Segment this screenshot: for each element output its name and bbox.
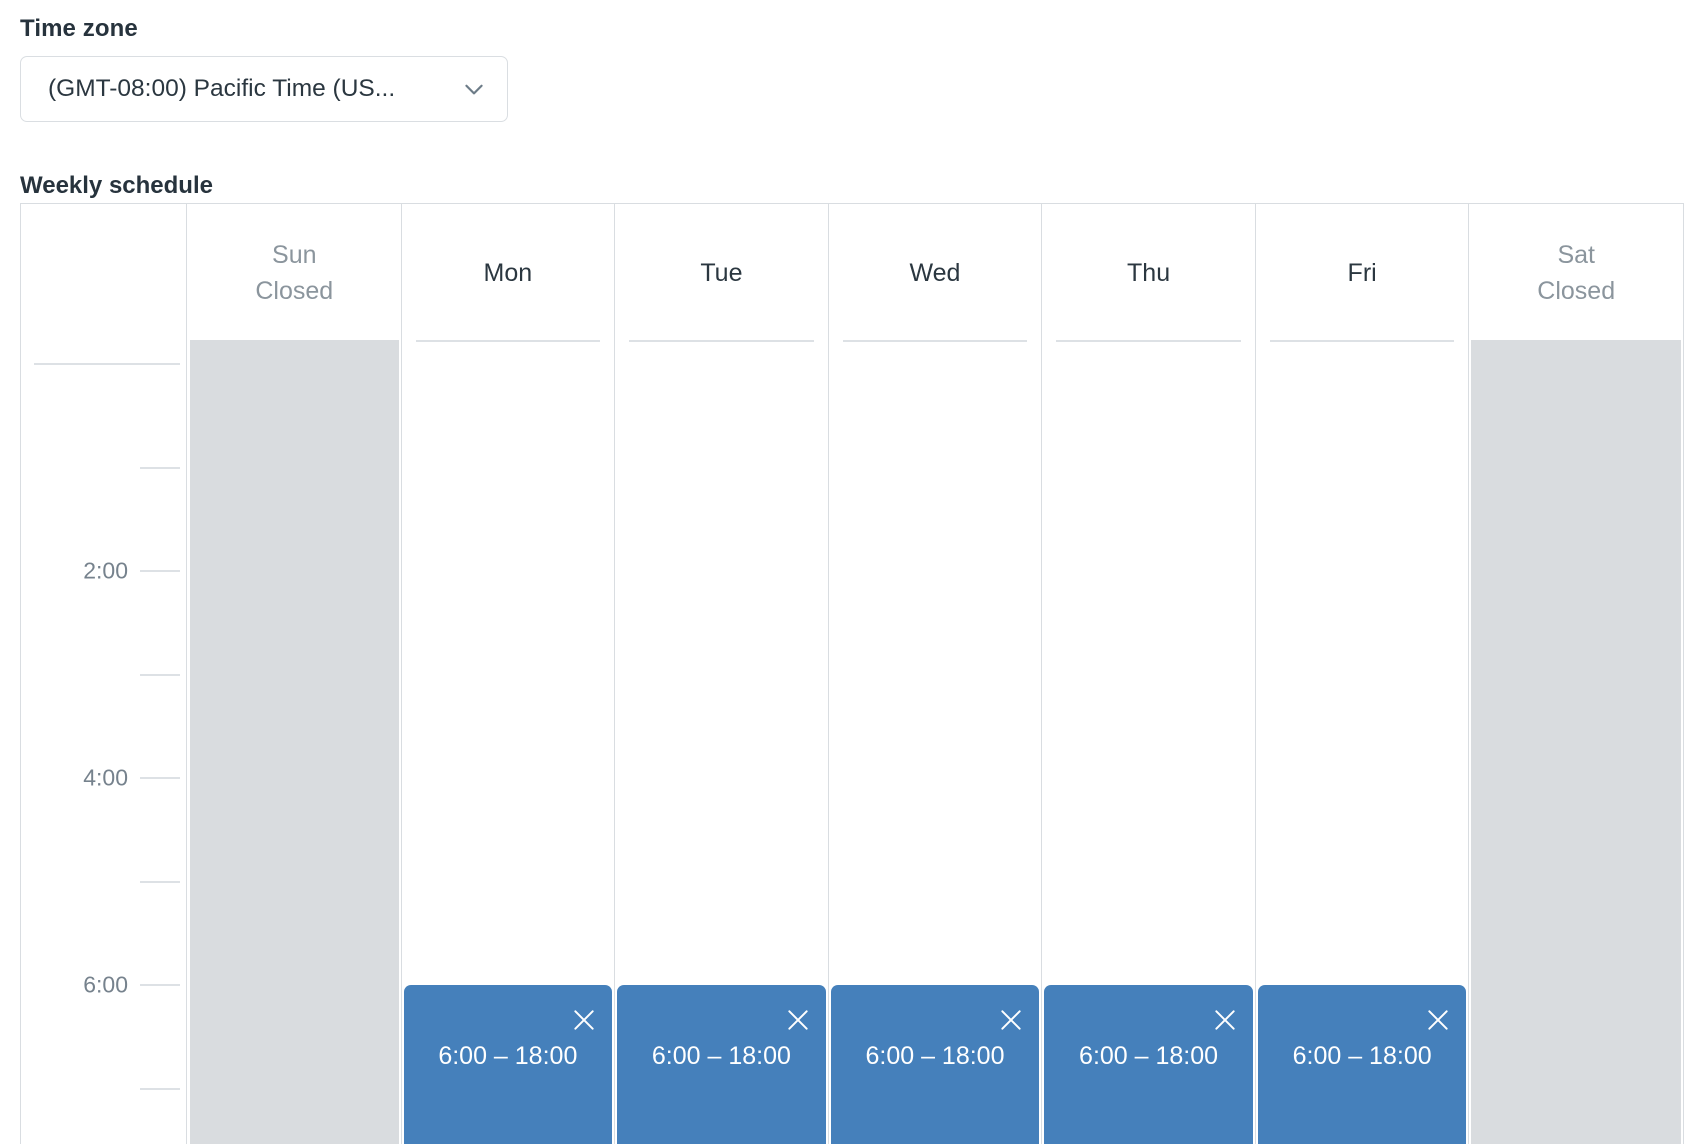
axis-zero-gridline — [34, 363, 180, 365]
event-time-range-label: 6:00 – 18:00 — [1292, 1042, 1432, 1070]
weekly-schedule-title: Weekly schedule — [20, 172, 213, 199]
weekly-schedule-grid: 2:00 4:00 6:00 Sun Closed Mon 6:00 – 18:00 Tue… — [20, 203, 1684, 1144]
event-time-range-label: 6:00 – 18:00 — [438, 1042, 578, 1070]
day-column-thu[interactable]: Thu 6:00 – 18:00 — [1042, 204, 1256, 1144]
day-header: Tue — [615, 204, 828, 342]
schedule-event-block[interactable]: 6:00 – 18:00 — [617, 985, 826, 1144]
day-status: Closed — [255, 276, 334, 305]
day-header-rule — [415, 340, 601, 342]
close-icon[interactable] — [1207, 1002, 1243, 1038]
schedule-settings-page: Time zone (GMT-08:00) Pacific Time (US..… — [0, 0, 1686, 1144]
day-column-wed[interactable]: Wed 6:00 – 18:00 — [829, 204, 1043, 1144]
axis-tick — [140, 1087, 180, 1090]
day-status: Closed — [1537, 276, 1616, 305]
chevron-down-icon — [465, 84, 483, 95]
day-name: Sat — [1557, 240, 1595, 269]
day-header: Thu — [1042, 204, 1255, 342]
closed-day-fill — [190, 340, 399, 1144]
time-axis: 2:00 4:00 6:00 — [21, 204, 187, 1144]
close-icon[interactable] — [566, 1002, 602, 1038]
timezone-label: Time zone — [20, 15, 138, 42]
day-header-rule — [1056, 340, 1241, 342]
close-icon[interactable] — [993, 1002, 1029, 1038]
axis-tick — [140, 673, 180, 676]
day-header: Sun Closed — [188, 204, 401, 342]
schedule-event-block[interactable]: 6:00 – 18:00 — [1257, 985, 1467, 1144]
day-header-rule — [629, 340, 814, 342]
axis-tick — [140, 466, 180, 469]
day-name: Sun — [272, 240, 317, 269]
axis-tick — [140, 570, 180, 572]
day-column-mon[interactable]: Mon 6:00 – 18:00 — [402, 204, 616, 1144]
close-icon[interactable] — [780, 1002, 816, 1038]
day-name: Wed — [909, 258, 961, 287]
close-icon[interactable] — [1420, 1002, 1456, 1038]
day-header: Wed — [829, 204, 1042, 342]
schedule-event-block[interactable]: 6:00 – 18:00 — [403, 985, 613, 1144]
day-header-rule — [842, 340, 1028, 342]
day-name: Tue — [700, 258, 743, 287]
axis-tick — [140, 777, 180, 779]
day-name: Thu — [1127, 258, 1171, 287]
day-column-fri[interactable]: Fri 6:00 – 18:00 — [1256, 204, 1470, 1144]
day-column-tue[interactable]: Tue 6:00 – 18:00 — [615, 204, 829, 1144]
timezone-section: Time zone (GMT-08:00) Pacific Time (US..… — [20, 14, 720, 122]
day-header-rule — [1269, 340, 1455, 342]
closed-day-fill — [1471, 340, 1681, 1144]
event-time-range-label: 6:00 – 18:00 — [1079, 1042, 1219, 1070]
day-header: Fri — [1256, 204, 1469, 342]
day-header: Sat Closed — [1469, 204, 1683, 342]
day-name: Fri — [1347, 258, 1377, 287]
day-column-sat[interactable]: Sat Closed — [1469, 204, 1683, 1144]
axis-tick-label: 4:00 — [83, 764, 128, 791]
day-name: Mon — [483, 258, 533, 287]
event-time-range-label: 6:00 – 18:00 — [651, 1042, 791, 1070]
schedule-event-block[interactable]: 6:00 – 18:00 — [830, 985, 1040, 1144]
day-column-sun[interactable]: Sun Closed — [188, 204, 402, 1144]
schedule-event-block[interactable]: 6:00 – 18:00 — [1044, 985, 1253, 1144]
axis-tick-label: 2:00 — [83, 557, 128, 584]
event-time-range-label: 6:00 – 18:00 — [865, 1042, 1005, 1070]
axis-tick — [140, 984, 180, 986]
axis-tick-label: 6:00 — [83, 971, 128, 998]
timezone-selected-value: (GMT-08:00) Pacific Time (US... — [48, 75, 396, 102]
day-header: Mon — [402, 204, 615, 342]
timezone-select[interactable]: (GMT-08:00) Pacific Time (US... — [20, 56, 508, 122]
axis-tick — [140, 880, 180, 883]
